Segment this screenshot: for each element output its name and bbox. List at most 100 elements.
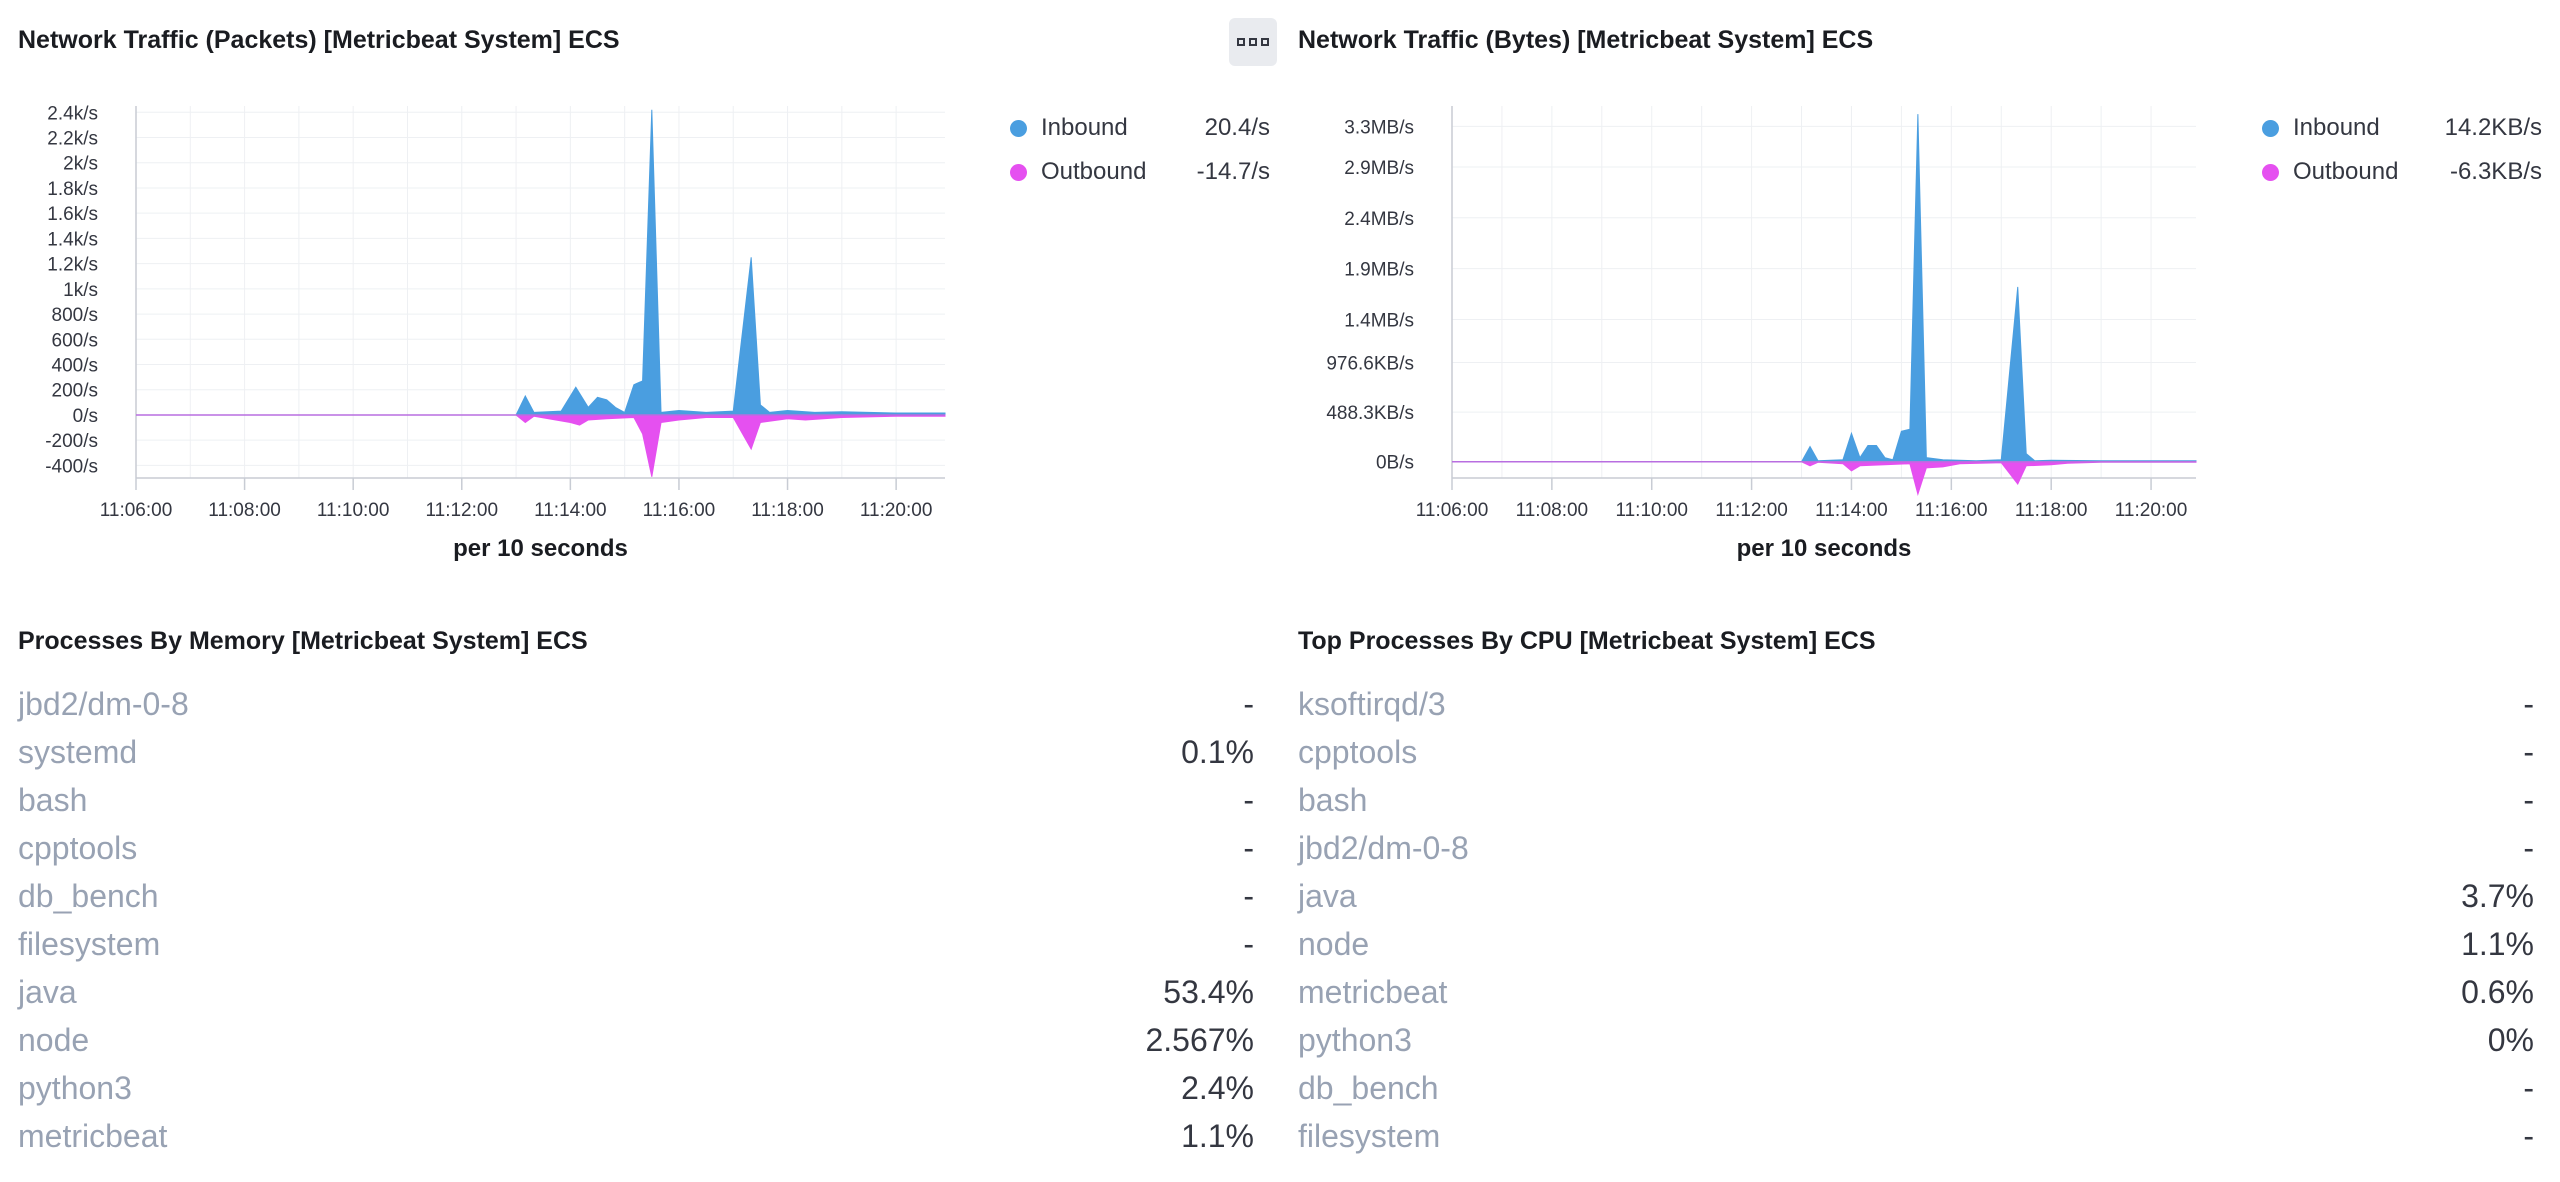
legend-value: 14.2KB/s xyxy=(2444,114,2542,141)
table-row[interactable]: filesystem - xyxy=(1298,1112,2534,1160)
y-tick-label: 1.6k/s xyxy=(47,204,98,225)
legend-item-outbound[interactable]: Outbound -14.7/s xyxy=(1010,150,1270,194)
x-tick-label: 11:14:00 xyxy=(534,500,607,521)
process-value: 1.1% xyxy=(1181,1117,1254,1154)
table-row[interactable]: bash - xyxy=(1298,776,2534,824)
y-tick-label: 2.9MB/s xyxy=(1344,158,1414,179)
inbound-dot-icon xyxy=(1010,119,1027,137)
table-row[interactable]: java 53.4% xyxy=(18,968,1254,1016)
process-value: - xyxy=(1243,925,1254,962)
process-value: - xyxy=(1243,685,1254,722)
process-name: ksoftirqd/3 xyxy=(1298,685,1446,722)
legend-item-inbound[interactable]: Inbound 14.2KB/s xyxy=(2262,106,2542,150)
x-tick-label: 11:06:00 xyxy=(100,500,173,521)
legend-label: Outbound xyxy=(2293,158,2399,185)
process-name: db_bench xyxy=(18,877,159,914)
y-tick-label: 1.2k/s xyxy=(47,255,98,276)
table-row[interactable]: node 1.1% xyxy=(1298,920,2534,968)
packets-panel-title: Network Traffic (Packets) [Metricbeat Sy… xyxy=(18,26,620,54)
y-tick-label: 1.4k/s xyxy=(47,229,98,250)
legend-item-outbound[interactable]: Outbound -6.3KB/s xyxy=(2262,150,2542,194)
process-name: bash xyxy=(18,781,88,818)
process-value: 0% xyxy=(2487,1021,2534,1058)
table-row[interactable]: python3 0% xyxy=(1298,1016,2534,1064)
legend-value: 20.4/s xyxy=(1204,114,1270,141)
x-tick-label: 11:08:00 xyxy=(1516,500,1589,521)
legend-label: Inbound xyxy=(1041,114,1128,141)
y-tick-label: 400/s xyxy=(52,356,98,377)
x-tick-label: 11:10:00 xyxy=(1615,500,1688,521)
table-row[interactable]: jbd2/dm-0-8 - xyxy=(18,680,1254,728)
table-row[interactable]: ksoftirqd/3 - xyxy=(1298,680,2534,728)
packets-chart: 11:06:00 11:08:00 11:10:00 11:12:00 11:14:00… xyxy=(45,103,946,562)
process-value: 3.7% xyxy=(2461,877,2534,914)
x-tick-label: 11:10:00 xyxy=(317,500,390,521)
table-row[interactable]: filesystem - xyxy=(18,920,1254,968)
table-row[interactable]: bash - xyxy=(18,776,1254,824)
process-name: jbd2/dm-0-8 xyxy=(1298,829,1469,866)
table-row[interactable]: python3 2.4% xyxy=(18,1064,1254,1112)
table-row[interactable]: metricbeat 1.1% xyxy=(18,1112,1254,1160)
process-value: - xyxy=(2523,685,2534,722)
table-row[interactable]: db_bench - xyxy=(18,872,1254,920)
y-tick-label: -400/s xyxy=(45,456,98,477)
table-row[interactable]: db_bench - xyxy=(1298,1064,2534,1112)
y-tick-label: 800/s xyxy=(52,305,98,326)
table-row[interactable]: cpptools - xyxy=(18,824,1254,872)
x-tick-label: 11:20:00 xyxy=(2115,500,2188,521)
box-icon xyxy=(1261,38,1269,46)
table-row[interactable]: metricbeat 0.6% xyxy=(1298,968,2534,1016)
legend-value: -14.7/s xyxy=(1196,158,1270,185)
process-name: java xyxy=(18,973,77,1010)
process-name: python3 xyxy=(1298,1021,1412,1058)
y-tick-label: 200/s xyxy=(52,381,98,402)
process-value: 2.4% xyxy=(1181,1069,1254,1106)
legend-label: Inbound xyxy=(2293,114,2380,141)
panel-options-button[interactable] xyxy=(1229,18,1277,66)
process-name: node xyxy=(1298,925,1370,962)
y-tick-label: 976.6KB/s xyxy=(1326,353,1414,374)
inbound-dot-icon xyxy=(2262,119,2279,137)
x-axis-label: per 10 seconds xyxy=(453,535,628,562)
process-value: 53.4% xyxy=(1163,973,1254,1010)
table-row[interactable]: systemd 0.1% xyxy=(18,728,1254,776)
bytes-panel-title: Network Traffic (Bytes) [Metricbeat Syst… xyxy=(1298,26,1874,54)
process-name: python3 xyxy=(18,1069,132,1106)
memory-panel-title: Processes By Memory [Metricbeat System] … xyxy=(18,627,588,655)
series-area-inbound xyxy=(136,109,946,416)
process-value: 0.6% xyxy=(2461,973,2534,1010)
y-tick-label: 3.3MB/s xyxy=(1344,117,1414,138)
y-tick-label: 1.4MB/s xyxy=(1344,310,1414,331)
outbound-dot-icon xyxy=(2262,163,2279,181)
process-name: java xyxy=(1298,877,1357,914)
y-tick-label: 1k/s xyxy=(63,280,98,301)
process-name: metricbeat xyxy=(18,1117,168,1154)
table-row[interactable]: java 3.7% xyxy=(1298,872,2534,920)
process-name: filesystem xyxy=(1298,1117,1441,1154)
process-name: filesystem xyxy=(18,925,161,962)
x-tick-label: 11:08:00 xyxy=(208,500,281,521)
process-name: cpptools xyxy=(1298,733,1418,770)
x-axis-label: per 10 seconds xyxy=(1737,535,1912,562)
x-tick-label: 11:12:00 xyxy=(1715,500,1788,521)
process-value: 2.567% xyxy=(1145,1021,1254,1058)
y-tick-label: 2.4k/s xyxy=(47,103,98,124)
table-row[interactable]: node 2.567% xyxy=(18,1016,1254,1064)
x-tick-label: 11:06:00 xyxy=(1416,500,1489,521)
process-name: cpptools xyxy=(18,829,138,866)
cpu-panel-title: Top Processes By CPU [Metricbeat System]… xyxy=(1298,627,1876,655)
process-value: - xyxy=(2523,829,2534,866)
process-value: 0.1% xyxy=(1181,733,1254,770)
process-name: jbd2/dm-0-8 xyxy=(18,685,189,722)
process-name: metricbeat xyxy=(1298,973,1448,1010)
x-tick-label: 11:16:00 xyxy=(1915,500,1988,521)
legend-value: -6.3KB/s xyxy=(2449,158,2542,185)
legend-item-inbound[interactable]: Inbound 20.4/s xyxy=(1010,106,1270,150)
process-value: - xyxy=(1243,877,1254,914)
process-value: - xyxy=(2523,1117,2534,1154)
table-row[interactable]: cpptools - xyxy=(1298,728,2534,776)
y-tick-label: 2.4MB/s xyxy=(1344,209,1414,230)
y-tick-label: 1.9MB/s xyxy=(1344,260,1414,281)
table-row[interactable]: jbd2/dm-0-8 - xyxy=(1298,824,2534,872)
y-tick-label: 600/s xyxy=(52,330,98,351)
